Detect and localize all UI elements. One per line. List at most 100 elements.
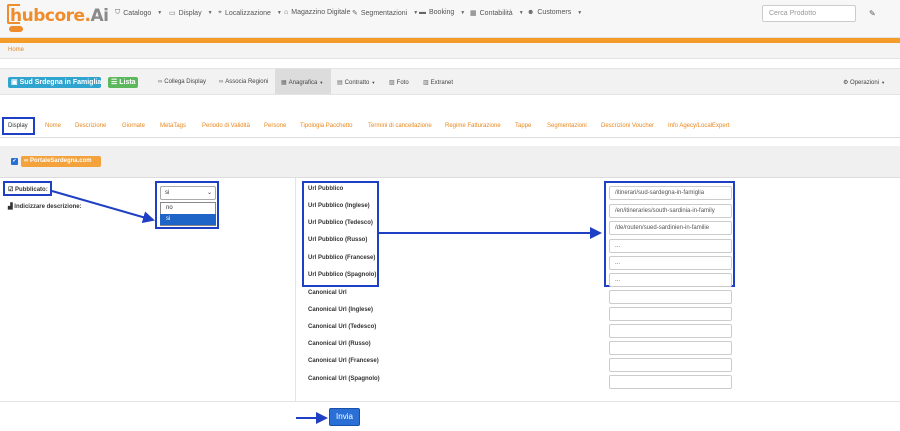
tab-tappe[interactable]: Tappe [515,123,531,129]
canonical-input[interactable] [609,358,732,372]
url-input[interactable]: /en/itineraries/south-sardinia-in-family [609,204,732,218]
nav-display[interactable]: ▭ Display ▼ [169,9,213,18]
logo-badge [9,26,23,32]
canonical-label: Canonical Url (Tedesco) [308,324,377,330]
tab-giornate[interactable]: Giornate [122,123,145,129]
url-input[interactable]: ... [609,256,732,270]
tab-descrizione[interactable]: Descrizione [75,123,106,129]
tab-termini-cancellazione[interactable]: Termini di cancellazione [368,123,432,129]
form-footer-divider [0,401,900,402]
canonical-input[interactable] [609,375,732,389]
canonical-input[interactable] [609,341,732,355]
canonical-input[interactable] [609,290,732,304]
url-label: Url Pubblico (Spagnolo) [308,272,377,278]
search-input[interactable]: Cerca Prodotto [762,5,856,22]
canonical-input[interactable] [609,307,732,321]
url-label: Url Pubblico (Tedesco) [308,220,373,226]
contratto-dropdown[interactable]: ▤ Contratto ▼ [337,79,375,86]
product-name-label: Sud Srdegna in Famiglia [19,79,102,86]
wrench-icon[interactable]: ✎ [869,9,876,18]
tag-icon: ⛉ [115,9,121,16]
url-input[interactable]: ... [609,239,732,253]
operazioni-label: Operazioni [850,80,880,86]
associa-regioni-button[interactable]: ∞ Associa Regioni [219,79,268,85]
toolbar-label: Collega Display [164,79,206,85]
canonical-input[interactable] [609,324,732,338]
link-icon: ∞ [219,79,224,85]
collega-display-button[interactable]: ∞ Collega Display [158,79,206,85]
nav-label: Localizzazione [224,9,271,17]
nav-label: Contabilità [479,9,513,17]
link-icon: ∞ [158,79,163,85]
logo-text: hubcore.Ai [10,6,109,26]
nav-label: Display [178,9,202,17]
list-button[interactable]: ☰ Lista [108,77,138,88]
caret-down-icon: ▼ [207,10,213,16]
nav-segmentazioni[interactable]: ✎ Segmentazioni ▼ [352,9,419,18]
select-value: si [165,190,170,196]
pubblicato-select[interactable]: si ⌄ [160,186,216,200]
tab-segmentazioni[interactable]: Segmentazioni [547,123,587,129]
caret-down-icon: ▼ [518,10,524,16]
caret-down-icon: ▼ [460,9,466,16]
tab-tipologia-pacchetto[interactable]: Tipologia Pacchetto [300,123,352,129]
nav-localizzazione[interactable]: ⌖ Localizzazione ▼ [218,9,282,17]
caret-down-icon: ▼ [577,9,583,16]
nav-label: Segmentazioni [360,9,408,17]
toolbar-label: Foto [396,80,409,86]
foto-button[interactable]: ▨ Foto [389,79,409,86]
tab-display[interactable]: Display [8,123,28,129]
indicizzare-text: Indicizzare descrizione: [14,204,82,210]
nav-customers[interactable]: ☻ Customers ▼ [527,9,582,16]
logo-word: hubcore. [10,6,91,26]
site-bar [0,146,900,178]
nav-contabilita[interactable]: ▦ Contabilità ▼ [470,9,524,18]
caret-down-icon: ▼ [276,10,282,16]
canonical-label: Canonical Url (Russo) [308,341,371,347]
url-input[interactable]: ... [609,273,732,287]
nav-label: Catalogo [123,9,152,17]
url-input[interactable]: /de/routen/sued-sardinien-in-familie [609,221,732,235]
breadcrumb-home[interactable]: Home [8,47,24,53]
caret-down-icon: ▼ [881,80,886,85]
table-icon: ▦ [281,80,287,86]
nav-label: Customers [537,9,572,16]
url-label: Url Pubblico (Russo) [308,237,368,243]
nav-booking[interactable]: ▬ Booking ▼ [419,9,465,16]
tab-descrizioni-voucher[interactable]: Descrizioni Voucher [601,123,654,129]
breadcrumb: Home [0,43,900,59]
caret-down-icon: ▼ [371,80,376,85]
option-no[interactable]: no [160,203,216,214]
user-icon: ☻ [527,9,535,16]
toolbar-label: Associa Regioni [225,79,269,85]
list-label: Lista [119,79,136,86]
tab-info-agency[interactable]: Info Agecy/LocalExpert [668,123,729,129]
extranet-button[interactable]: ▥ Extranet [423,79,453,86]
url-input[interactable]: /itinerari/sud-sardegna-in-famiglia [609,186,732,200]
caret-down-icon: ▼ [157,10,163,16]
tab-regime-fatturazione[interactable]: Regime Fatturazione [445,123,501,129]
page: hubcore.Ai ⛉ Catalogo ▼ ▭ Display ▼ ⌖ Localiz… [0,0,900,431]
annotation-arrows [51,190,602,424]
site-badge: ∞ PortaleSardegna.com [21,156,101,167]
site-checkbox[interactable]: ✔ [11,158,18,165]
nav-catalogo[interactable]: ⛉ Catalogo ▼ [115,9,162,17]
image-icon: ▨ [389,80,395,86]
url-label: Url Pubblico (Francese) [308,255,376,261]
url-label: Url Pubblico [308,186,344,192]
grid-icon: ▦ [470,10,477,17]
operazioni-dropdown[interactable]: ⚙ Operazioni ▼ [843,79,885,86]
submit-button[interactable]: Invia [329,408,360,426]
pubblicato-text: Pubblicato: [15,187,48,193]
site-name: PortaleSardegna.com [29,158,92,164]
option-si[interactable]: si [160,214,216,225]
tab-persone[interactable]: Persone [264,123,286,129]
nav-magazzino-digitale[interactable]: ⌂ Magazzino Digitale [284,9,350,16]
tab-metatags[interactable]: MetaTags [160,123,186,129]
anagrafica-dropdown[interactable]: ▦ Anagrafica ▼ [281,79,323,86]
caret-down-icon: ▼ [413,10,419,16]
nav-label: Booking [429,9,455,16]
product-name-button[interactable]: ▣ Sud Srdegna in Famiglia [8,77,101,88]
tab-periodo-validita[interactable]: Periodo di Validità [202,123,250,129]
tab-nome[interactable]: Nome [45,123,61,129]
